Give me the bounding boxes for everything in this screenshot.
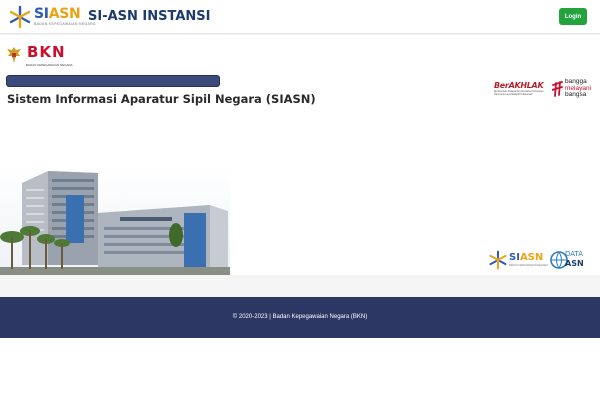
- berakhlak-title: BerAKHLAK: [494, 81, 544, 90]
- garuda-emblem-icon: [7, 47, 21, 63]
- berakhlak-logo: BerAKHLAK Berorientasi Pelayanan Akuntab…: [494, 81, 554, 103]
- bangga-melayani-bangsa-logo: bangga melayani bangsa: [552, 78, 592, 103]
- data-asn-logo: DATA ASN: [550, 249, 596, 271]
- berakhlak-subtitle: Berorientasi Pelayanan Akuntabel Kompete…: [494, 90, 544, 96]
- login-button[interactable]: Login: [559, 8, 587, 25]
- brand-suffix: ASN: [48, 6, 81, 22]
- data-asn-line-1: DATA: [565, 250, 584, 258]
- siasn-wordmark[interactable]: SIASN BADAN KEPEGAWAIAN NEGARA: [34, 6, 96, 26]
- partner-logos: SIASN BADAN KEPEGAWAIAN NEGARA DATA ASN: [488, 249, 596, 271]
- siasn-footer-tagline: BADAN KEPEGAWAIAN NEGARA: [509, 264, 548, 267]
- bangga-mark-icon: [552, 81, 563, 97]
- siasn-footer-prefix: SI: [509, 252, 520, 263]
- app-title: SI-ASN INSTANSI: [88, 9, 211, 24]
- brand-tagline: BADAN KEPEGAWAIAN NEGARA: [34, 22, 96, 26]
- bkn-logo: BKN BADAN KEPEGAWAIAN NEGARA: [6, 43, 76, 68]
- siasn-footer-suffix: ASN: [519, 252, 544, 263]
- bangga-line-3: bangsa: [565, 91, 587, 98]
- siasn-footer-logo: SIASN BADAN KEPEGAWAIAN NEGARA: [488, 249, 548, 271]
- data-asn-line-2: ASN: [565, 259, 584, 268]
- divider-strip: [0, 275, 600, 297]
- siasn-star-icon: [489, 250, 507, 270]
- bkn-logo-text: BKN: [27, 43, 66, 61]
- footer: © 2020-2023 | Badan Kepegawaian Negara (…: [0, 297, 600, 338]
- loading-bar: [6, 75, 220, 87]
- page-title: Sistem Informasi Aparatur Sipil Negara (…: [7, 92, 316, 106]
- bkn-logo-subtitle: BADAN KEPEGAWAIAN NEGARA: [26, 63, 73, 67]
- top-navbar: SIASN BADAN KEPEGAWAIAN NEGARA SI-ASN IN…: [0, 0, 600, 34]
- footer-copyright: © 2020-2023 | Badan Kepegawaian Negara (…: [232, 314, 368, 320]
- bkn-building-image: [0, 165, 230, 275]
- hero-section: BKN BADAN KEPEGAWAIAN NEGARA Sistem Info…: [0, 35, 600, 275]
- brand-prefix: SI: [34, 6, 49, 22]
- page: SIASN BADAN KEPEGAWAIAN NEGARA SI-ASN IN…: [0, 0, 600, 400]
- siasn-star-logo-icon[interactable]: [8, 5, 32, 29]
